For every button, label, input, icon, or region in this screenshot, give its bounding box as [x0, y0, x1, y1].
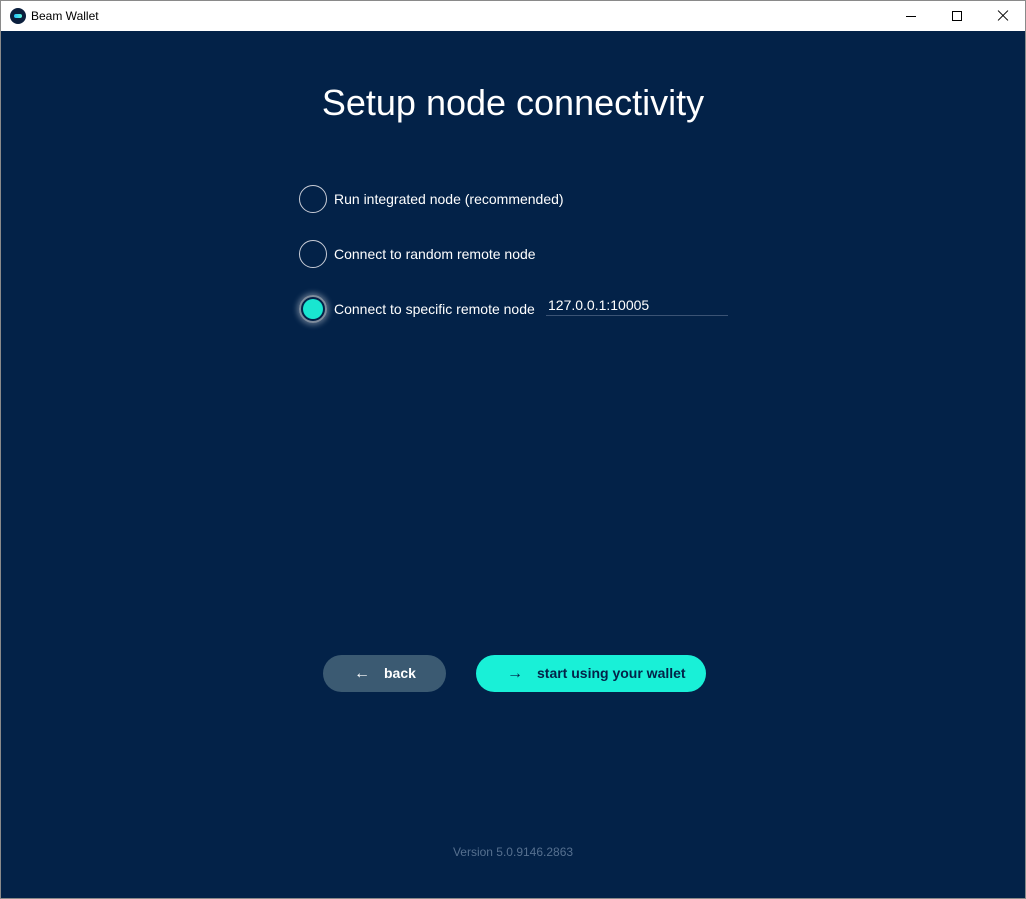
minimize-button[interactable]	[888, 1, 934, 31]
maximize-button[interactable]	[934, 1, 980, 31]
back-button[interactable]: ← back	[323, 655, 446, 692]
radio-random-remote-node[interactable]	[299, 240, 327, 268]
radio-integrated-node[interactable]	[299, 185, 327, 213]
option-label: Connect to random remote node	[334, 246, 536, 262]
close-button[interactable]	[980, 1, 1026, 31]
arrow-left-icon: ←	[354, 665, 370, 682]
start-button-label: start using your wallet	[537, 665, 686, 681]
option-label: Connect to specific remote node	[334, 301, 535, 317]
arrow-right-icon: →	[507, 665, 523, 682]
start-using-wallet-button[interactable]: → start using your wallet	[476, 655, 706, 692]
window-title: Beam Wallet	[31, 9, 99, 23]
back-button-label: back	[384, 665, 416, 681]
setup-screen: Setup node connectivity Run integrated n…	[1, 31, 1025, 898]
radio-specific-remote-node[interactable]	[299, 295, 327, 323]
beam-logo-icon	[10, 8, 26, 24]
version-text: Version 5.0.9146.2863	[452, 845, 574, 859]
remote-node-address-input[interactable]	[546, 294, 728, 316]
page-title: Setup node connectivity	[321, 82, 705, 123]
app-window: Beam Wallet Setup node connectivity Run …	[0, 0, 1026, 899]
title-bar: Beam Wallet	[1, 1, 1025, 31]
option-label: Run integrated node (recommended)	[334, 191, 564, 207]
